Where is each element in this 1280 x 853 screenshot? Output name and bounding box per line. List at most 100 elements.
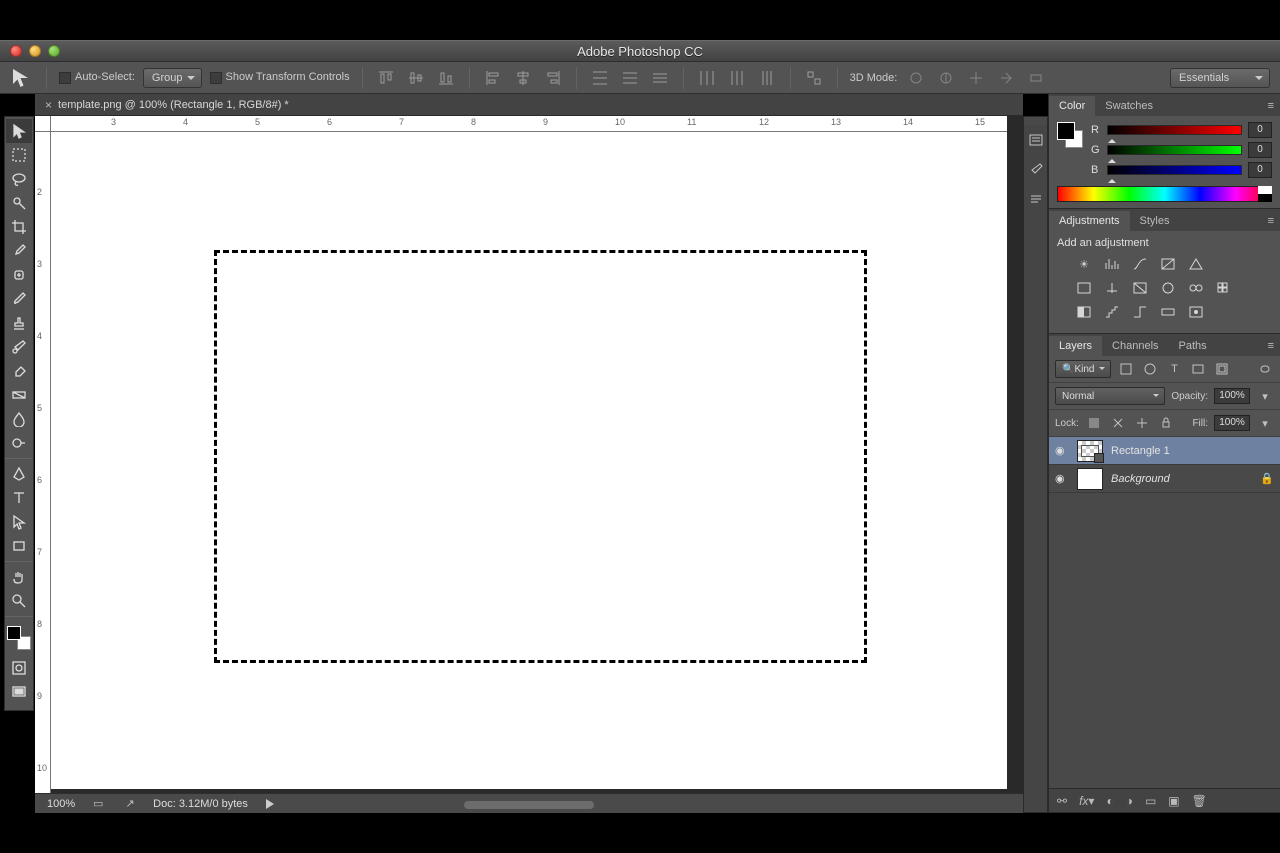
dist-left-icon[interactable] xyxy=(696,67,718,89)
invert-icon[interactable] xyxy=(1075,303,1093,321)
3d-roll-icon[interactable] xyxy=(935,67,957,89)
marquee-tool[interactable] xyxy=(6,143,32,167)
dist-right-icon[interactable] xyxy=(756,67,778,89)
curves-icon[interactable] xyxy=(1131,255,1149,273)
hsl-icon[interactable] xyxy=(1075,279,1093,297)
filter-smart-icon[interactable] xyxy=(1213,360,1231,378)
visibility-toggle-icon[interactable]: ◉ xyxy=(1055,444,1069,457)
ruler-origin[interactable] xyxy=(35,116,51,132)
styles-tab[interactable]: Styles xyxy=(1130,211,1180,231)
new-layer-icon[interactable]: ▣ xyxy=(1168,794,1179,808)
status-info-menu-icon[interactable] xyxy=(266,799,274,809)
gradient-map-icon[interactable] xyxy=(1159,303,1177,321)
lock-image-icon[interactable] xyxy=(1109,414,1127,432)
posterize-icon[interactable] xyxy=(1103,303,1121,321)
opacity-value[interactable]: 100% xyxy=(1214,388,1250,404)
align-bottom-edges-icon[interactable] xyxy=(435,67,457,89)
channel-mixer-icon[interactable] xyxy=(1187,279,1205,297)
crop-tool[interactable] xyxy=(6,215,32,239)
eyedropper-tool[interactable] xyxy=(6,239,32,263)
horizontal-scrollbar[interactable] xyxy=(464,801,594,809)
filter-toggle-icon[interactable] xyxy=(1256,360,1274,378)
layer-thumbnail[interactable] xyxy=(1077,468,1103,490)
align-right-edges-icon[interactable] xyxy=(542,67,564,89)
panel-menu-icon[interactable]: ≡ xyxy=(1262,211,1280,231)
3d-pan-icon[interactable] xyxy=(965,67,987,89)
filter-type-icon[interactable]: T xyxy=(1165,360,1183,378)
healing-tool[interactable] xyxy=(6,263,32,287)
fill-dropdown-icon[interactable]: ▾ xyxy=(1256,414,1274,432)
photo-filter-icon[interactable] xyxy=(1159,279,1177,297)
canvas[interactable] xyxy=(51,132,1007,789)
quick-mask-toggle[interactable] xyxy=(6,656,32,680)
paths-tab[interactable]: Paths xyxy=(1169,336,1217,356)
r-slider[interactable] xyxy=(1107,125,1242,135)
color-balance-icon[interactable] xyxy=(1103,279,1121,297)
threshold-icon[interactable] xyxy=(1131,303,1149,321)
rectangle-shape-tool[interactable] xyxy=(6,534,32,558)
lasso-tool[interactable] xyxy=(6,167,32,191)
status-share-icon[interactable]: ↗ xyxy=(121,795,139,813)
3d-rotate-icon[interactable] xyxy=(905,67,927,89)
document-tab[interactable]: template.png @ 100% (Rectangle 1, RGB/8#… xyxy=(58,99,301,111)
delete-layer-icon[interactable]: 🗑 xyxy=(1192,794,1207,808)
filter-adjust-icon[interactable] xyxy=(1141,360,1159,378)
add-mask-icon[interactable]: ◐ xyxy=(1106,794,1113,808)
blur-tool[interactable] xyxy=(6,407,32,431)
quick-select-tool[interactable] xyxy=(6,191,32,215)
adjustments-tab[interactable]: Adjustments xyxy=(1049,211,1130,231)
close-tab-button[interactable]: × xyxy=(45,98,52,112)
channels-tab[interactable]: Channels xyxy=(1102,336,1168,356)
b-value[interactable]: 0 xyxy=(1248,162,1272,178)
move-tool[interactable] xyxy=(6,119,32,143)
vertical-ruler[interactable]: 2345678910 xyxy=(35,132,51,797)
align-vcenter-icon[interactable] xyxy=(405,67,427,89)
spectrum-ramp[interactable] xyxy=(1057,186,1272,202)
dist-vcenter-icon[interactable] xyxy=(619,67,641,89)
horizontal-ruler[interactable]: 3456789101112131415 xyxy=(51,116,1007,132)
align-left-edges-icon[interactable] xyxy=(482,67,504,89)
auto-select-target-dropdown[interactable]: Group xyxy=(143,68,202,88)
lock-transparent-icon[interactable] xyxy=(1085,414,1103,432)
layer-name[interactable]: Rectangle 1 xyxy=(1111,445,1274,457)
panel-menu-icon[interactable]: ≡ xyxy=(1262,336,1280,356)
fill-value[interactable]: 100% xyxy=(1214,415,1250,431)
paragraph-panel-icon[interactable] xyxy=(1024,185,1047,215)
visibility-toggle-icon[interactable]: ◉ xyxy=(1055,472,1069,485)
bw-icon[interactable] xyxy=(1131,279,1149,297)
stamp-tool[interactable] xyxy=(6,311,32,335)
exposure-icon[interactable] xyxy=(1159,255,1177,273)
brightness-icon[interactable]: ☀ xyxy=(1075,255,1093,273)
auto-select-checkbox[interactable]: Auto-Select: xyxy=(59,71,135,83)
history-panel-icon[interactable] xyxy=(1024,125,1047,155)
swatches-tab[interactable]: Swatches xyxy=(1095,96,1163,116)
color-tab[interactable]: Color xyxy=(1049,96,1095,116)
align-hcenter-icon[interactable] xyxy=(512,67,534,89)
panel-color-swatch[interactable] xyxy=(1057,122,1083,148)
show-transform-checkbox[interactable]: Show Transform Controls xyxy=(210,71,350,83)
workspace-switcher[interactable]: Essentials xyxy=(1170,68,1270,88)
gradient-tool[interactable] xyxy=(6,383,32,407)
color-swatch[interactable] xyxy=(7,626,31,650)
history-brush-tool[interactable] xyxy=(6,335,32,359)
filter-pixel-icon[interactable] xyxy=(1117,360,1135,378)
link-layers-icon[interactable]: ⚯ xyxy=(1057,794,1067,808)
layer-filter-kind[interactable]: 🔍 Kind xyxy=(1055,360,1111,378)
vibrance-icon[interactable] xyxy=(1187,255,1205,273)
layer-thumbnail[interactable] xyxy=(1077,440,1103,462)
blend-mode-dropdown[interactable]: Normal xyxy=(1055,387,1165,405)
status-info-icon[interactable]: ▭ xyxy=(89,795,107,813)
zoom-readout[interactable]: 100% xyxy=(47,798,75,810)
brush-tool[interactable] xyxy=(6,287,32,311)
g-slider[interactable] xyxy=(1107,145,1242,155)
layer-row[interactable]: ◉ Rectangle 1 xyxy=(1049,437,1280,465)
r-value[interactable]: 0 xyxy=(1248,122,1272,138)
type-tool[interactable] xyxy=(6,486,32,510)
layer-row[interactable]: ◉ Background 🔒 xyxy=(1049,465,1280,493)
filter-shape-icon[interactable] xyxy=(1189,360,1207,378)
new-fill-adj-icon[interactable]: ◑ xyxy=(1126,794,1133,808)
dist-top-icon[interactable] xyxy=(589,67,611,89)
rectangle-shape[interactable] xyxy=(214,250,867,663)
levels-icon[interactable] xyxy=(1103,255,1121,273)
brush-panel-icon[interactable] xyxy=(1024,155,1047,185)
